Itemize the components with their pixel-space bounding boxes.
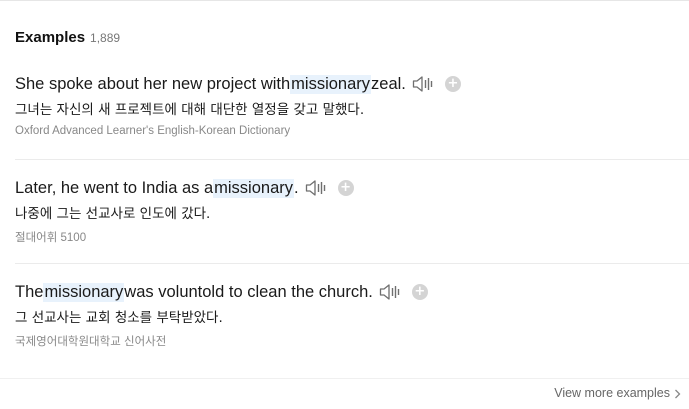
speaker-icon[interactable] xyxy=(412,75,436,93)
example-item: The missionary was voluntold to clean th… xyxy=(15,281,689,367)
example-item: She spoke about her new project with mis… xyxy=(15,73,689,160)
speaker-icon[interactable] xyxy=(305,179,329,197)
view-more-label: View more examples xyxy=(554,386,670,400)
examples-title: Examples xyxy=(15,29,86,46)
highlighted-word[interactable]: missionary xyxy=(43,282,125,302)
add-to-wordbook-icon[interactable]: + xyxy=(337,180,354,196)
highlighted-word[interactable]: missionary xyxy=(213,178,294,198)
footer-divider xyxy=(0,378,689,379)
add-to-wordbook-icon[interactable]: + xyxy=(411,284,428,300)
example-text-after: . xyxy=(294,178,299,197)
example-source: 국제영어대학원대학교 신어사전 xyxy=(15,336,167,348)
examples-count: 1,889 xyxy=(90,31,121,45)
example-english: Later, he went to India as a missionary … xyxy=(15,177,354,199)
add-to-wordbook-icon[interactable]: + xyxy=(444,76,461,92)
example-english: The missionary was voluntold to clean th… xyxy=(15,281,428,303)
example-text-after: was voluntold to clean the church. xyxy=(124,282,373,301)
example-text-before: The xyxy=(15,282,44,301)
example-text-before: Later, he went to India as a xyxy=(15,178,214,197)
examples-header: Examples 1,889 xyxy=(15,29,120,49)
example-english: She spoke about her new project with mis… xyxy=(15,73,461,95)
example-source: Oxford Advanced Learner's English-Korean… xyxy=(15,125,291,137)
example-source: 절대어휘 5100 xyxy=(15,232,87,244)
example-text-after: zeal. xyxy=(371,74,406,93)
example-korean: 그녀는 자신의 새 프로젝트에 대해 대단한 열정을 갖고 말했다. xyxy=(15,102,365,118)
example-korean: 그 선교사는 교회 청소를 부탁받았다. xyxy=(15,310,223,326)
speaker-icon[interactable] xyxy=(379,283,403,301)
example-korean: 나중에 그는 선교사로 인도에 갔다. xyxy=(15,206,211,222)
example-text-before: She spoke about her new project with xyxy=(15,74,291,93)
examples-panel: Examples 1,889 She spoke about her new p… xyxy=(0,0,689,409)
example-item: Later, he went to India as a missionary … xyxy=(15,177,689,264)
view-more-examples-link[interactable]: View more examples xyxy=(554,386,681,400)
chevron-right-icon xyxy=(674,388,681,399)
highlighted-word[interactable]: missionary xyxy=(290,74,372,94)
